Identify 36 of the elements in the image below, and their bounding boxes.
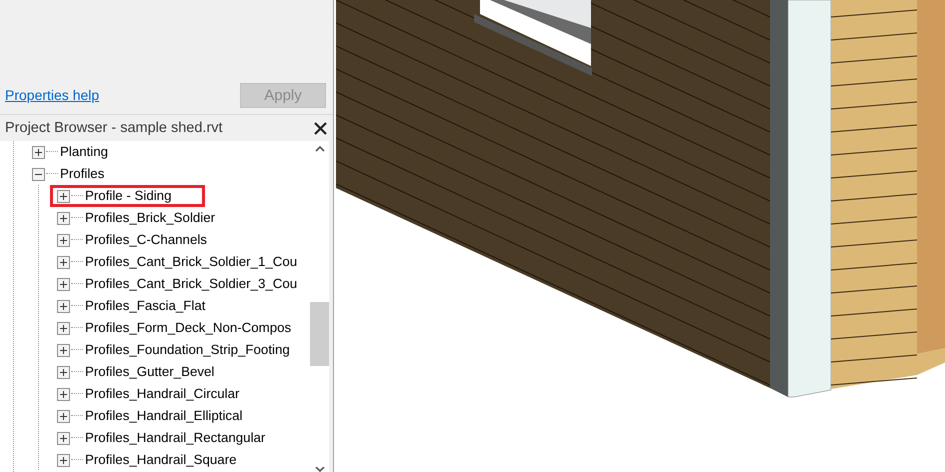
expand-icon[interactable] <box>57 344 70 356</box>
expand-icon[interactable] <box>57 278 70 290</box>
scrollbar-thumb[interactable] <box>310 302 329 366</box>
expand-icon[interactable] <box>57 256 70 268</box>
tree-item[interactable]: Profiles_Cant_Brick_Soldier_3_Cou <box>85 276 298 292</box>
expand-icon[interactable] <box>57 300 70 312</box>
expand-icon[interactable] <box>57 212 70 224</box>
properties-help-link[interactable]: Properties help <box>5 87 100 103</box>
expand-icon[interactable] <box>57 190 70 202</box>
tree-item[interactable]: Profiles_Fascia_Flat <box>85 298 206 314</box>
expand-icon[interactable] <box>32 146 45 158</box>
panel-title: Project Browser - sample shed.rvt <box>5 120 223 136</box>
expand-icon[interactable] <box>57 410 70 422</box>
scroll-down-icon[interactable] <box>314 467 324 472</box>
expand-icon[interactable] <box>57 322 70 334</box>
tree-item[interactable]: Profiles_Handrail_Circular <box>85 386 240 402</box>
close-icon[interactable] <box>314 122 327 134</box>
collapse-icon[interactable] <box>32 168 45 180</box>
tree-item[interactable]: Profiles_C-Channels <box>85 232 207 248</box>
expand-icon[interactable] <box>57 366 70 378</box>
tree-item[interactable]: Profiles_Form_Deck_Non-Compos <box>85 320 292 336</box>
expand-icon[interactable] <box>57 388 70 400</box>
tree-item[interactable]: Profiles_Cant_Brick_Soldier_1_Cou <box>85 254 298 270</box>
tree-item[interactable]: Profiles_Handrail_Elliptical <box>85 408 242 424</box>
tree-item[interactable]: Profiles_Foundation_Strip_Footing <box>85 342 290 358</box>
tree-item[interactable]: Profiles_Gutter_Bevel <box>85 364 214 380</box>
expand-icon[interactable] <box>57 234 70 246</box>
expand-icon[interactable] <box>57 432 70 444</box>
tree-item[interactable]: Profile - Siding <box>85 188 172 204</box>
tree-item[interactable]: Profiles_Handrail_Square <box>85 452 237 468</box>
tree-item[interactable]: Planting <box>60 144 108 160</box>
tree-item[interactable]: Profiles_Brick_Soldier <box>85 210 216 226</box>
scroll-up-icon[interactable] <box>314 145 324 152</box>
expand-icon[interactable] <box>57 454 70 466</box>
tree-item[interactable]: Profiles_Handrail_Rectangular <box>85 430 266 446</box>
tree-item[interactable]: Profiles <box>60 166 104 182</box>
